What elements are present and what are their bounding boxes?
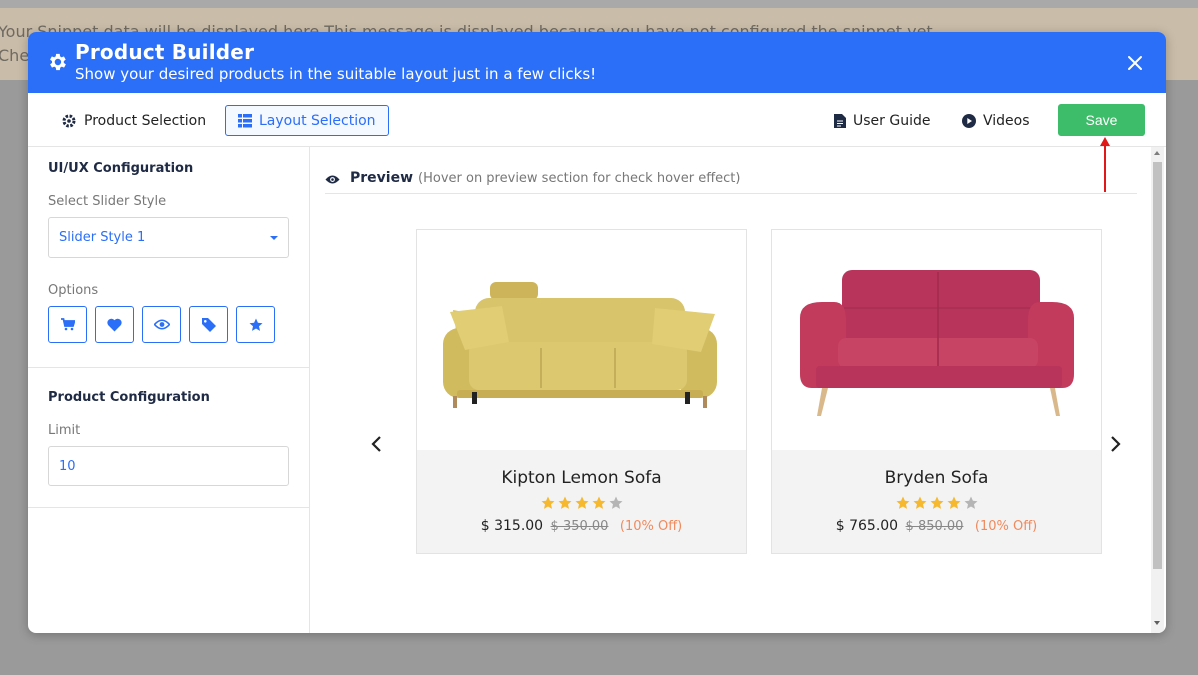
product-info: Kipton Lemon Sofa $ 315.00 $ 350.00 (10%… <box>417 450 746 553</box>
eye-icon <box>153 319 170 330</box>
modal-title: Product Builder <box>75 40 255 64</box>
price-row: $ 315.00 $ 350.00 (10% Off) <box>417 518 746 534</box>
star-icon <box>541 496 554 509</box>
product-discount: (10% Off) <box>974 519 1038 534</box>
sofa-lemon-image <box>443 282 717 408</box>
star-icon <box>947 496 960 509</box>
preview-panel: Preview (Hover on preview section for ch… <box>311 147 1153 633</box>
product-image <box>417 230 746 450</box>
play-circle-icon <box>962 113 976 128</box>
gear-icon <box>50 53 66 71</box>
heart-icon <box>107 318 122 331</box>
scroll-up-arrow-icon[interactable] <box>1154 151 1160 155</box>
tag-icon <box>201 317 216 332</box>
options-row <box>48 306 289 367</box>
user-guide-label: User Guide <box>853 112 931 129</box>
preview-title: Preview <box>350 170 414 186</box>
chevron-right-icon[interactable] <box>1107 434 1123 454</box>
star-icon <box>913 496 926 509</box>
videos-label: Videos <box>983 112 1030 129</box>
annotation-arrow-icon <box>1100 137 1110 192</box>
product-config-title: Product Configuration <box>48 390 210 405</box>
close-icon[interactable] <box>1126 54 1144 72</box>
modal-header: Product Builder Show your desired produc… <box>28 32 1166 93</box>
option-tag-button[interactable] <box>189 306 228 343</box>
slider-style-value: Slider Style 1 <box>59 230 146 245</box>
options-label: Options <box>48 283 99 298</box>
background-topbar <box>0 0 1198 8</box>
tab-layout-selection-label: Layout Selection <box>259 112 376 129</box>
star-empty-icon <box>964 496 977 509</box>
tab-product-selection-label: Product Selection <box>84 112 207 129</box>
star-icon <box>249 318 262 331</box>
preview-note: (Hover on preview section for check hove… <box>418 171 741 186</box>
rating-stars <box>772 496 1101 510</box>
scroll-down-arrow-icon[interactable] <box>1154 621 1160 625</box>
star-icon <box>896 496 909 509</box>
user-guide-link[interactable]: User Guide <box>834 105 930 136</box>
limit-value: 10 <box>59 458 76 474</box>
product-old-price: $ 350.00 <box>550 519 609 534</box>
uiux-title: UI/UX Configuration <box>48 161 194 176</box>
slider-style-select[interactable]: Slider Style 1 <box>48 217 289 258</box>
product-discount: (10% Off) <box>619 519 683 534</box>
uiux-section: UI/UX Configuration Select Slider Style … <box>28 147 309 368</box>
star-icon <box>930 496 943 509</box>
modal-subtitle: Show your desired products in the suitab… <box>75 65 597 83</box>
cart-icon <box>60 318 75 331</box>
option-quickview-button[interactable] <box>142 306 181 343</box>
rating-stars <box>417 496 746 510</box>
save-button[interactable]: Save <box>1058 104 1145 136</box>
product-price: $ 315.00 <box>480 518 544 534</box>
option-wishlist-button[interactable] <box>95 306 134 343</box>
option-cart-button[interactable] <box>48 306 87 343</box>
config-sidebar: UI/UX Configuration Select Slider Style … <box>28 147 310 633</box>
product-price: $ 765.00 <box>835 518 899 534</box>
product-builder-modal: Product Builder Show your desired produc… <box>28 32 1166 633</box>
slider-style-label: Select Slider Style <box>48 194 167 209</box>
chevron-down-icon <box>270 235 278 240</box>
star-icon <box>558 496 571 509</box>
eye-icon <box>325 175 340 184</box>
star-icon <box>575 496 588 509</box>
preview-header: Preview (Hover on preview section for ch… <box>325 170 1137 194</box>
product-name: Kipton Lemon Sofa <box>501 468 662 488</box>
product-card[interactable]: Kipton Lemon Sofa $ 315.00 $ 350.00 (10%… <box>416 229 747 554</box>
preview-scrollbar[interactable] <box>1151 147 1164 633</box>
tab-layout-selection[interactable]: Layout Selection <box>225 105 389 136</box>
cogs-icon <box>62 114 76 127</box>
price-row: $ 765.00 $ 850.00 (10% Off) <box>772 518 1101 534</box>
th-list-icon <box>238 113 252 127</box>
star-empty-icon <box>609 496 622 509</box>
file-icon <box>834 113 846 128</box>
star-icon <box>592 496 605 509</box>
limit-input[interactable]: 10 <box>48 446 289 486</box>
limit-label: Limit <box>48 423 81 438</box>
option-rating-button[interactable] <box>236 306 275 343</box>
sofa-bryden-image <box>800 270 1074 416</box>
product-name: Bryden Sofa <box>884 468 989 488</box>
product-old-price: $ 850.00 <box>905 519 964 534</box>
product-card[interactable]: Bryden Sofa $ 765.00 $ 850.00 (10% Off) <box>771 229 1102 554</box>
scroll-thumb[interactable] <box>1153 162 1162 569</box>
chevron-left-icon[interactable] <box>369 434 385 454</box>
tab-product-selection[interactable]: Product Selection <box>61 105 206 136</box>
videos-link[interactable]: Videos <box>962 105 1030 136</box>
toolbar: Product Selection Layout Selection User … <box>28 93 1166 147</box>
product-info: Bryden Sofa $ 765.00 $ 850.00 (10% Off) <box>772 450 1101 553</box>
product-image <box>772 230 1101 450</box>
product-config-section: Product Configuration Limit 10 <box>28 368 309 508</box>
